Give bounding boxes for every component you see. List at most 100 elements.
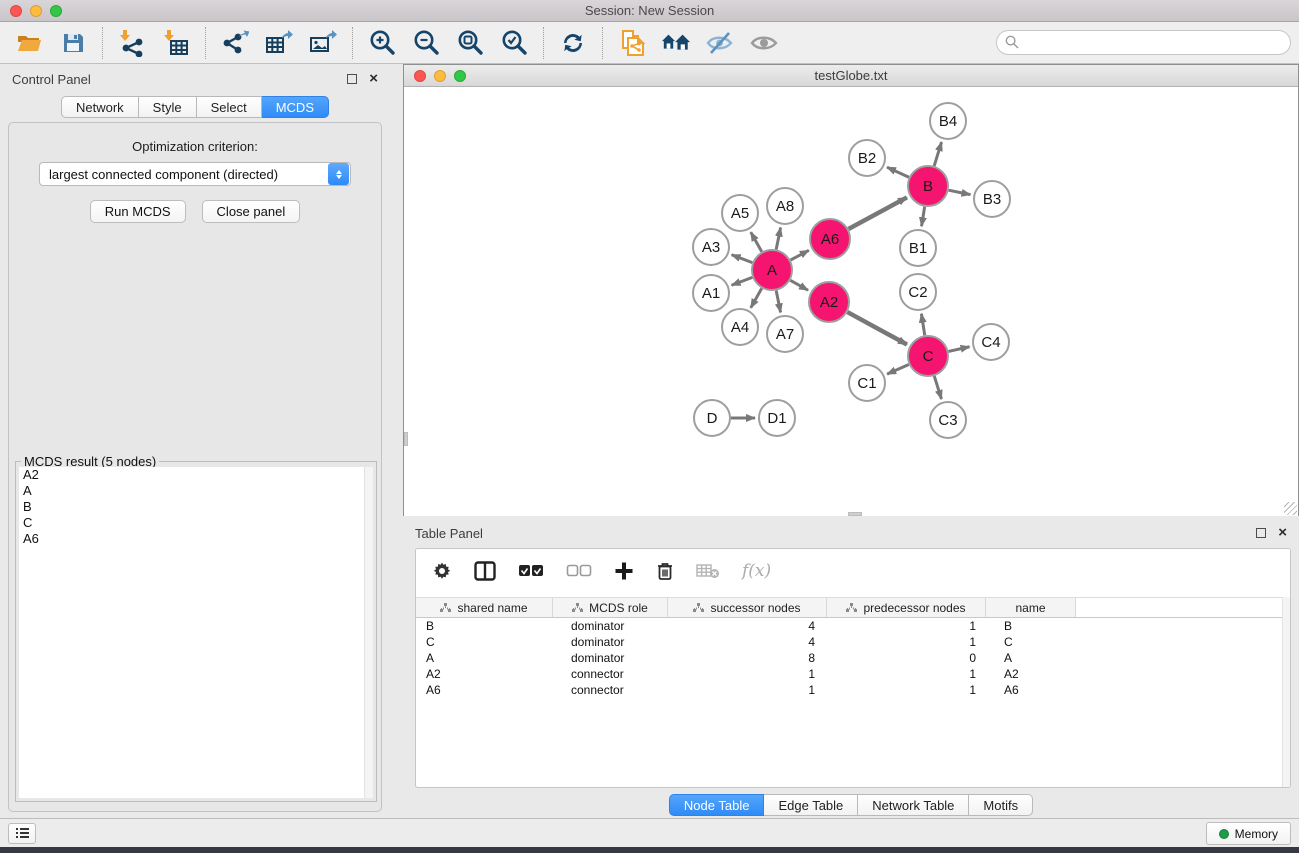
float-panel-icon[interactable]	[347, 74, 357, 84]
export-table-icon[interactable]	[264, 28, 294, 58]
close-window-button[interactable]	[10, 5, 22, 17]
task-history-button[interactable]	[8, 823, 36, 844]
cell-name[interactable]: A6	[986, 683, 1076, 697]
table-row[interactable]: Bdominator41B	[416, 618, 1282, 634]
cell-shared-name[interactable]: C	[416, 635, 553, 649]
cell-name[interactable]: B	[986, 619, 1076, 633]
cell-successor-nodes[interactable]: 1	[668, 683, 827, 697]
duplicate-network-icon[interactable]	[617, 28, 647, 58]
table-header-row[interactable]: shared nameMCDS rolesuccessor nodesprede…	[416, 597, 1282, 618]
refresh-icon[interactable]	[558, 28, 588, 58]
open-file-icon[interactable]	[14, 28, 44, 58]
node-A4[interactable]: A4	[722, 309, 758, 345]
cell-shared-name[interactable]: A2	[416, 667, 553, 681]
node-A7[interactable]: A7	[767, 316, 803, 352]
table-scrollbar[interactable]	[1282, 597, 1290, 787]
tab-style[interactable]: Style	[139, 96, 197, 118]
tab-mcds[interactable]: MCDS	[262, 96, 329, 118]
edge-B-B3[interactable]	[949, 190, 971, 194]
hide-details-icon[interactable]	[705, 28, 735, 58]
node-B3[interactable]: B3	[974, 181, 1010, 217]
cell-successor-nodes[interactable]: 8	[668, 651, 827, 665]
edge-A-A1[interactable]	[732, 277, 753, 285]
search-input[interactable]	[996, 30, 1291, 55]
column-header-shared-name[interactable]: shared name	[416, 598, 553, 617]
table-row[interactable]: Adominator80A	[416, 650, 1282, 666]
export-image-icon[interactable]	[308, 28, 338, 58]
function-icon[interactable]: f(x)	[742, 561, 771, 581]
mcds-result-list[interactable]: A2ABCA6	[19, 467, 373, 798]
column-header-predecessor-nodes[interactable]: predecessor nodes	[827, 598, 986, 617]
cell-successor-nodes[interactable]: 4	[668, 635, 827, 649]
edge-A2-C[interactable]	[847, 312, 906, 344]
tab-select[interactable]: Select	[197, 96, 262, 118]
network-canvas[interactable]: B4B2BB3A8A5A6A3B1AC2A1A2A4A7C4CC1C3DD1	[404, 87, 1298, 516]
cell-successor-nodes[interactable]: 1	[668, 667, 827, 681]
cell-MCDS-role[interactable]: dominator	[553, 619, 668, 633]
node-B[interactable]: B	[908, 166, 948, 206]
edge-A-A2[interactable]	[790, 280, 808, 290]
show-details-icon[interactable]	[749, 28, 779, 58]
edge-C-C4[interactable]	[948, 347, 969, 352]
column-header-successor-nodes[interactable]: successor nodes	[668, 598, 827, 617]
maximize-network-button[interactable]	[454, 70, 466, 82]
run-mcds-button[interactable]: Run MCDS	[90, 200, 186, 223]
mcds-result-item[interactable]: B	[19, 499, 373, 515]
import-table-icon[interactable]	[161, 28, 191, 58]
cell-name[interactable]: C	[986, 635, 1076, 649]
node-A8[interactable]: A8	[767, 188, 803, 224]
resize-grip[interactable]	[1284, 502, 1297, 515]
cell-MCDS-role[interactable]: dominator	[553, 651, 668, 665]
node-D1[interactable]: D1	[759, 400, 795, 436]
edge-C-C1[interactable]	[887, 364, 909, 374]
zoom-in-icon[interactable]	[367, 28, 397, 58]
mcds-result-item[interactable]: A2	[19, 467, 373, 483]
criterion-select[interactable]: largest connected component (directed)	[39, 162, 351, 186]
edge-A6-B[interactable]	[848, 197, 906, 229]
tab-network[interactable]: Network	[61, 96, 139, 118]
edge-A-A5[interactable]	[751, 232, 762, 252]
edge-A-A4[interactable]	[751, 288, 762, 308]
node-C3[interactable]: C3	[930, 402, 966, 438]
mcds-result-item[interactable]: A6	[19, 531, 373, 547]
node-B1[interactable]: B1	[900, 230, 936, 266]
table-row[interactable]: Cdominator41C	[416, 634, 1282, 650]
zoom-fit-icon[interactable]	[455, 28, 485, 58]
node-B4[interactable]: B4	[930, 103, 966, 139]
close-network-button[interactable]	[414, 70, 426, 82]
mcds-result-item[interactable]: A	[19, 483, 373, 499]
close-panel-button[interactable]: Close panel	[202, 200, 301, 223]
network-vscroll-thumb[interactable]	[404, 432, 408, 446]
edge-C-C2[interactable]	[921, 314, 924, 336]
node-C2[interactable]: C2	[900, 274, 936, 310]
cell-predecessor-nodes[interactable]: 0	[827, 651, 986, 665]
float-table-panel-icon[interactable]	[1256, 528, 1266, 538]
edge-A-A7[interactable]	[776, 291, 780, 313]
zoom-selected-icon[interactable]	[499, 28, 529, 58]
edge-A-A8[interactable]	[776, 228, 780, 250]
gear-icon[interactable]	[432, 561, 452, 581]
home-icon[interactable]	[661, 28, 691, 58]
cell-MCDS-role[interactable]: connector	[553, 667, 668, 681]
select-all-icon[interactable]	[518, 564, 544, 578]
table-row[interactable]: A2connector11A2	[416, 666, 1282, 682]
cell-predecessor-nodes[interactable]: 1	[827, 667, 986, 681]
close-table-panel-icon[interactable]: ×	[1278, 528, 1287, 538]
edge-A-A6[interactable]	[791, 250, 809, 260]
node-A[interactable]: A	[752, 250, 792, 290]
node-A2[interactable]: A2	[809, 282, 849, 322]
cell-predecessor-nodes[interactable]: 1	[827, 683, 986, 697]
zoom-out-icon[interactable]	[411, 28, 441, 58]
column-header-MCDS-role[interactable]: MCDS role	[553, 598, 668, 617]
cell-predecessor-nodes[interactable]: 1	[827, 619, 986, 633]
cell-shared-name[interactable]: A6	[416, 683, 553, 697]
cell-name[interactable]: A	[986, 651, 1076, 665]
minimize-network-button[interactable]	[434, 70, 446, 82]
node-B2[interactable]: B2	[849, 140, 885, 176]
edge-A-A3[interactable]	[732, 255, 753, 263]
cell-shared-name[interactable]: B	[416, 619, 553, 633]
tab-network-table[interactable]: Network Table	[858, 794, 969, 816]
memory-button[interactable]: Memory	[1206, 822, 1291, 845]
select-stepper-icon[interactable]	[328, 163, 349, 185]
node-C1[interactable]: C1	[849, 365, 885, 401]
